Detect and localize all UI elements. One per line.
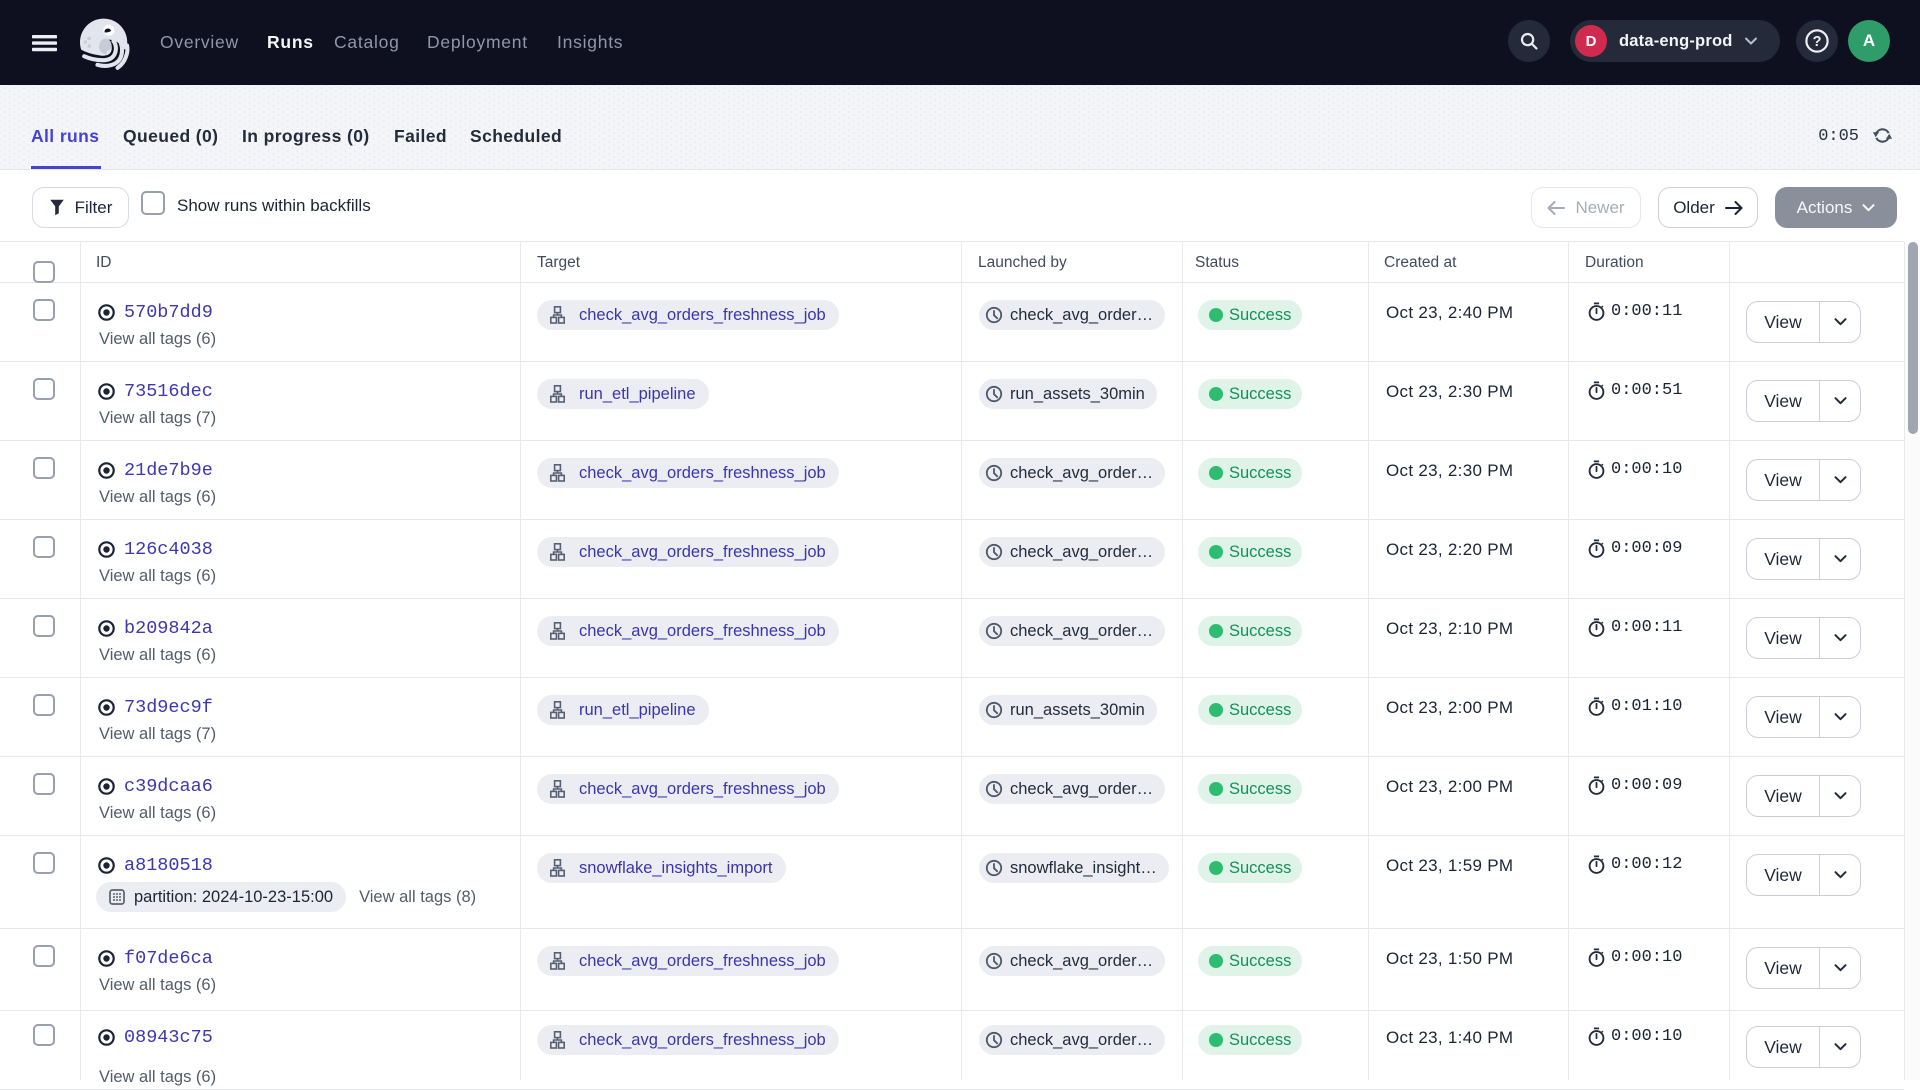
svg-text:?: ? — [1813, 34, 1822, 50]
